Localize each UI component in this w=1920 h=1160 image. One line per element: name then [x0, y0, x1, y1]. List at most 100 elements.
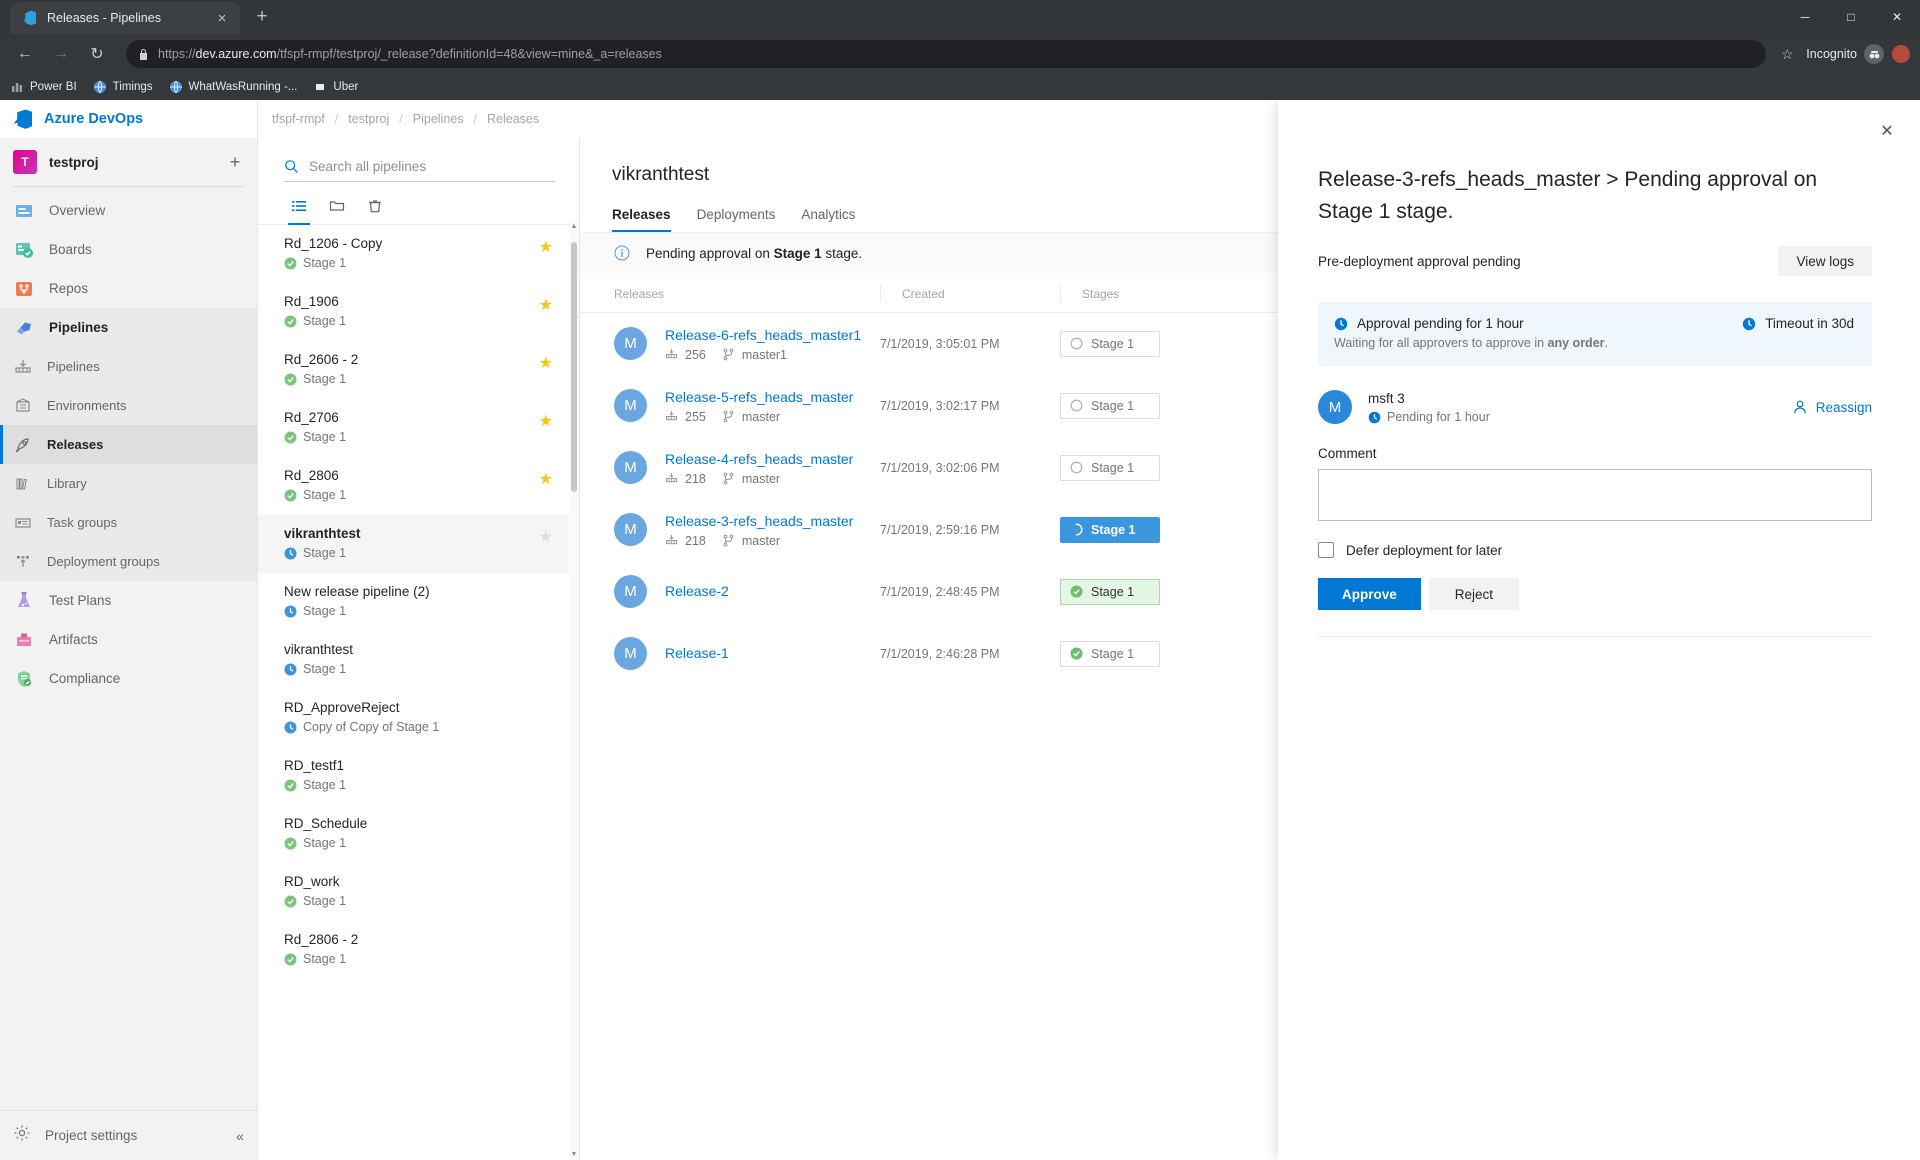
sidebar-item-test-plans[interactable]: Test Plans	[0, 581, 257, 620]
project-settings-row[interactable]: Project settings «	[0, 1110, 257, 1160]
breadcrumb-item-project[interactable]: testproj	[346, 112, 391, 126]
close-window-button[interactable]: ✕	[1874, 0, 1920, 34]
list-item[interactable]: vikranthtest Stage 1	[258, 631, 579, 689]
address-bar[interactable]: https://dev.azure.com/tfspf-rmpf/testpro…	[126, 40, 1767, 68]
search-all-pipelines[interactable]	[284, 152, 555, 182]
favorite-star-icon[interactable]: ★	[539, 240, 553, 256]
tab-releases[interactable]: Releases	[612, 200, 671, 232]
list-icon[interactable]	[284, 191, 314, 225]
waiting-order: any order	[1547, 336, 1605, 350]
reject-button[interactable]: Reject	[1428, 578, 1520, 610]
defer-deployment-row[interactable]: Defer deployment for later	[1318, 542, 1872, 558]
favorite-star-icon[interactable]: ★	[539, 472, 553, 488]
release-link[interactable]: Release-4-refs_heads_master	[665, 451, 853, 467]
status-badge[interactable]: Stage 1	[1060, 516, 1160, 543]
status-badge[interactable]: Stage 1	[1060, 640, 1160, 667]
status-badge[interactable]: Stage 1	[1060, 330, 1160, 357]
column-header-releases[interactable]: Releases	[580, 273, 880, 313]
breadcrumb-item-pipelines[interactable]: Pipelines	[411, 112, 466, 126]
profile-avatar[interactable]	[1892, 45, 1910, 63]
view-logs-button[interactable]: View logs	[1778, 246, 1872, 276]
list-item[interactable]: Rd_2706 Stage 1 ★	[258, 399, 579, 457]
incognito-indicator[interactable]: Incognito	[1806, 44, 1884, 64]
list-item[interactable]: RD_ApproveReject Copy of Copy of Stage 1	[258, 689, 579, 747]
favorite-star-icon[interactable]: ★	[539, 414, 553, 430]
pipeline-name: Rd_2606 - 2	[284, 352, 359, 367]
approve-button[interactable]: Approve	[1318, 578, 1421, 610]
column-header-created[interactable]: Created	[880, 273, 1060, 313]
trash-icon[interactable]	[360, 191, 390, 221]
sidebar-item-environments[interactable]: Environments	[0, 386, 257, 425]
search-input[interactable]	[309, 159, 555, 174]
tab-analytics[interactable]: Analytics	[801, 200, 855, 232]
list-item[interactable]: New release pipeline (2) Stage 1	[258, 573, 579, 631]
forward-icon[interactable]: →	[46, 39, 76, 69]
breadcrumb-item-releases[interactable]: Releases	[485, 112, 541, 126]
build-number: 218	[685, 471, 706, 486]
scroll-down-icon[interactable]: ▼	[569, 1148, 579, 1160]
scrollbar-thumb[interactable]	[571, 242, 577, 492]
bookmark-star-icon[interactable]: ☆	[1774, 46, 1800, 63]
sidebar-item-pipelines[interactable]: Pipelines	[0, 347, 257, 386]
sidebar-item-library[interactable]: Library	[0, 464, 257, 503]
sidebar-item-deployment-groups[interactable]: Deployment groups	[0, 542, 257, 581]
reload-icon[interactable]: ↻	[82, 39, 112, 69]
sidebar-item-artifacts[interactable]: Artifacts	[0, 620, 257, 659]
defer-checkbox[interactable]	[1318, 542, 1334, 558]
back-icon[interactable]: ←	[10, 39, 40, 69]
sidebar-item-overview[interactable]: Overview	[0, 191, 257, 230]
new-tab-button[interactable]: +	[248, 3, 276, 31]
pipelines-scrollbar[interactable]: ▲ ▼	[569, 220, 579, 1160]
release-link[interactable]: Release-3-refs_heads_master	[665, 513, 853, 529]
pipelines-list[interactable]: Rd_1206 - Copy Stage 1 ★ Rd_1906 Stage 1…	[258, 225, 579, 1160]
bookmark-item[interactable]: Power BI	[10, 80, 77, 94]
favorite-star-icon[interactable]: ★	[539, 356, 553, 372]
add-icon[interactable]: +	[223, 152, 247, 173]
comment-input[interactable]	[1318, 469, 1872, 521]
list-item[interactable]: Rd_1906 Stage 1 ★	[258, 283, 579, 341]
list-item[interactable]: vikranthtest Stage 1 ★	[258, 515, 579, 573]
tab-deployments[interactable]: Deployments	[697, 200, 776, 232]
pipeline-stage-label: Stage 1	[303, 836, 347, 850]
list-item[interactable]: Rd_2806 - 2 Stage 1	[258, 921, 579, 979]
release-link[interactable]: Release-5-refs_heads_master	[665, 389, 853, 405]
bookmark-item[interactable]: Uber	[313, 80, 358, 94]
sidebar-item-compliance[interactable]: Compliance	[0, 659, 257, 698]
release-link[interactable]: Release-1	[665, 645, 729, 661]
breadcrumb-item-org[interactable]: tfspf-rmpf	[270, 112, 327, 126]
list-item[interactable]: RD_testf1 Stage 1	[258, 747, 579, 805]
browser-tab[interactable]: Releases - Pipelines ×	[10, 2, 240, 34]
list-item[interactable]: Rd_2606 - 2 Stage 1 ★	[258, 341, 579, 399]
reassign-button[interactable]: Reassign	[1792, 399, 1872, 415]
list-item[interactable]: Rd_1206 - Copy Stage 1 ★	[258, 225, 579, 283]
favorite-star-icon[interactable]: ★	[539, 530, 553, 546]
folder-icon[interactable]	[322, 191, 352, 221]
status-badge[interactable]: Stage 1	[1060, 392, 1160, 419]
release-link[interactable]: Release-2	[665, 583, 729, 599]
pipeline-name: Rd_2706	[284, 410, 339, 425]
list-item[interactable]: Rd_2806 Stage 1 ★	[258, 457, 579, 515]
status-badge[interactable]: Stage 1	[1060, 578, 1160, 605]
status-badge[interactable]: Stage 1	[1060, 454, 1160, 481]
minimize-button[interactable]: ─	[1782, 0, 1828, 34]
sidebar-item-repos[interactable]: Repos	[0, 269, 257, 308]
sidebar-item-pipelines-group[interactable]: Pipelines	[0, 308, 257, 347]
maximize-button[interactable]: □	[1828, 0, 1874, 34]
sidebar-item-releases[interactable]: Releases	[0, 425, 257, 464]
scroll-up-icon[interactable]: ▲	[569, 220, 579, 232]
azure-devops-logo[interactable]: Azure DevOps	[0, 100, 257, 138]
close-tab-icon[interactable]: ×	[212, 8, 232, 28]
pipeline-stage: Stage 1	[284, 778, 557, 792]
favorite-star-icon[interactable]: ★	[539, 298, 553, 314]
list-item[interactable]: RD_Schedule Stage 1	[258, 805, 579, 863]
sidebar-item-task-groups[interactable]: Task groups	[0, 503, 257, 542]
close-icon[interactable]: ✕	[1872, 116, 1902, 146]
release-link[interactable]: Release-6-refs_heads_master1	[665, 327, 861, 343]
project-selector[interactable]: T testproj +	[0, 138, 257, 186]
bookmark-item[interactable]: Timings	[93, 80, 153, 94]
bookmark-item[interactable]: WhatWasRunning -...	[169, 80, 297, 94]
reassign-label: Reassign	[1815, 399, 1872, 415]
sidebar-item-boards[interactable]: Boards	[0, 230, 257, 269]
list-item[interactable]: RD_work Stage 1	[258, 863, 579, 921]
collapse-sidebar-icon[interactable]: «	[223, 1128, 257, 1144]
